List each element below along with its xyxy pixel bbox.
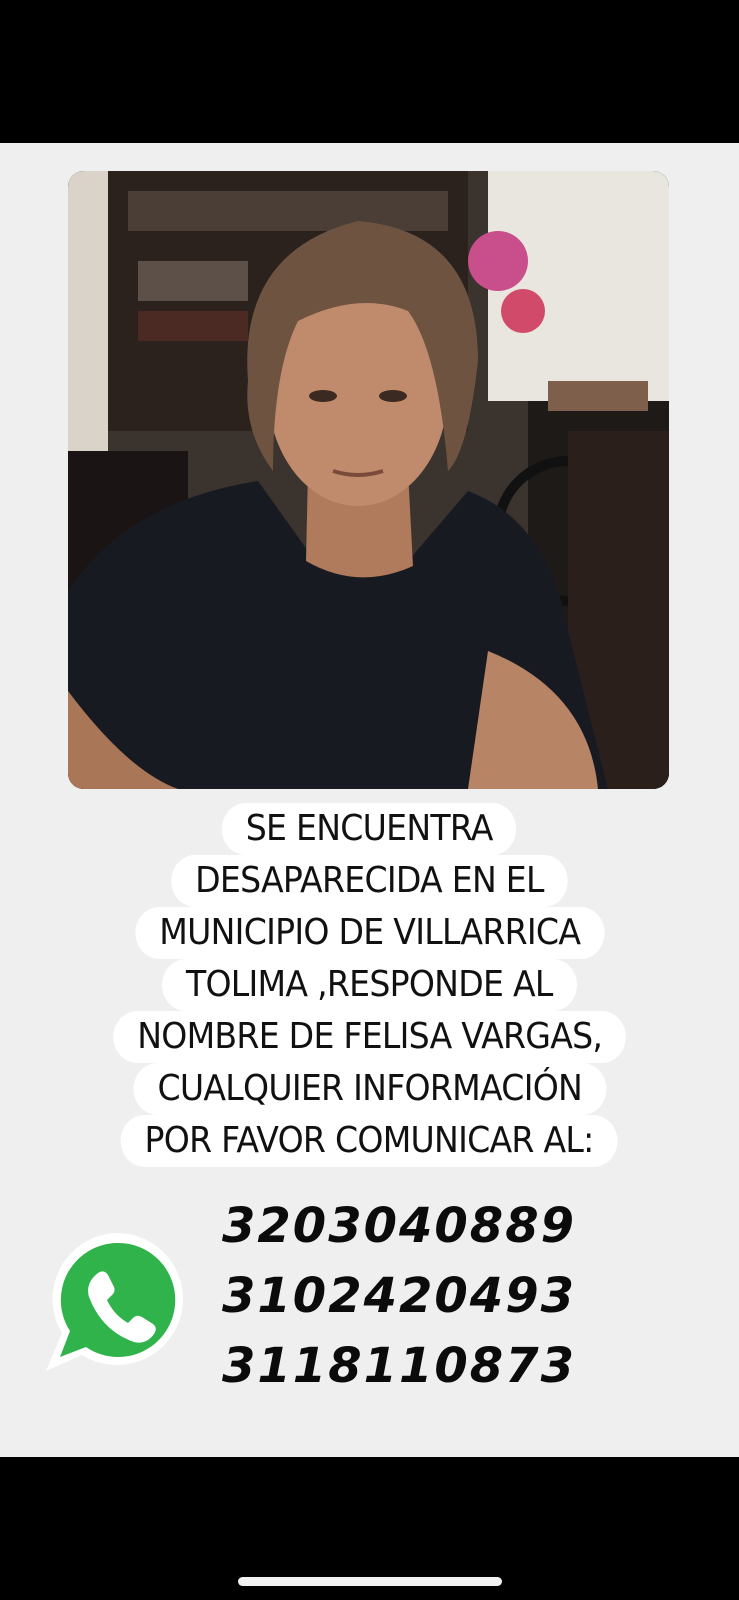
missing-person-message: SE ENCUENTRA DESAPARECIDA EN EL MUNICIPI… <box>20 803 719 1167</box>
missing-person-poster: SE ENCUENTRA DESAPARECIDA EN EL MUNICIPI… <box>0 143 739 1457</box>
message-line: SE ENCUENTRA <box>222 803 517 855</box>
message-line: TOLIMA ,RESPONDE AL <box>162 959 577 1011</box>
top-black-bar <box>0 0 739 143</box>
message-line: POR FAVOR COMUNICAR AL: <box>121 1115 618 1167</box>
message-line: NOMBRE DE FELISA VARGAS, <box>113 1011 626 1063</box>
phone-number[interactable]: 3102420493 <box>222 1261 622 1331</box>
whatsapp-icon <box>42 1225 192 1375</box>
phone-number[interactable]: 3118110873 <box>222 1331 622 1401</box>
phone-number[interactable]: 3203040889 <box>222 1191 622 1261</box>
phone-list: 3203040889 3102420493 3118110873 <box>222 1191 622 1401</box>
home-indicator[interactable] <box>238 1577 502 1586</box>
message-line: MUNICIPIO DE VILLARRICA <box>135 907 604 959</box>
missing-person-photo <box>68 171 669 789</box>
message-line: DESAPARECIDA EN EL <box>171 855 568 907</box>
message-line: CUALQUIER INFORMACIÓN <box>133 1063 606 1115</box>
